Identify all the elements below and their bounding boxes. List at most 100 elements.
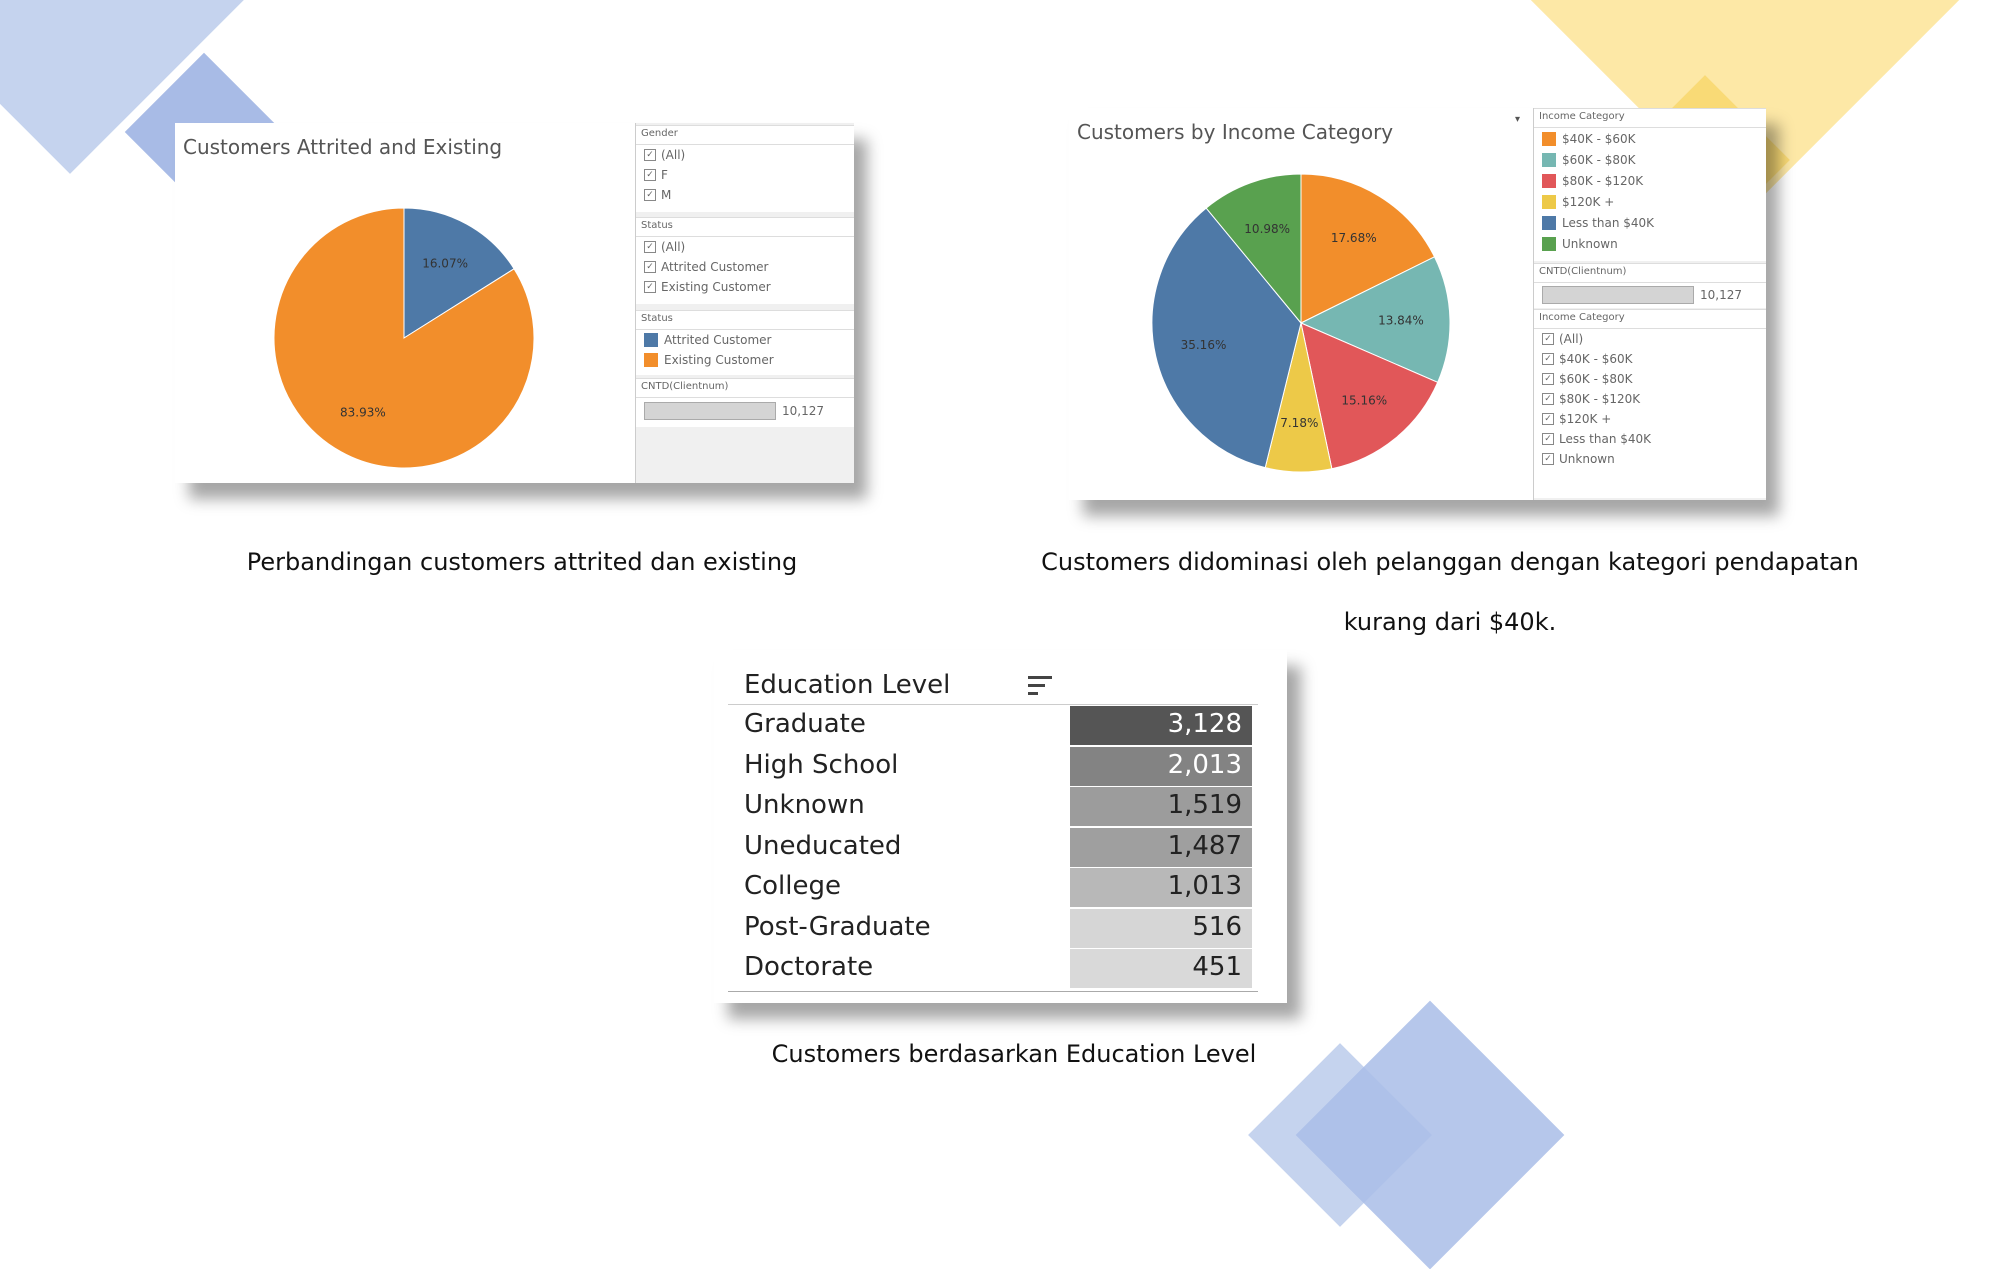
table-row: Uneducated 1,487: [714, 827, 1258, 868]
status-filter-existing[interactable]: ✓ Existing Customer: [636, 277, 854, 297]
checkbox-icon: ✓: [1542, 413, 1554, 425]
income-filter-label: (All): [1559, 332, 1584, 346]
sort-icon[interactable]: [1028, 676, 1054, 698]
income-filter-item[interactable]: ✓ $120K +: [1534, 409, 1766, 429]
count-card-row: 10,127: [636, 398, 854, 424]
gender-filter-all[interactable]: ✓ (All): [636, 145, 854, 165]
gender-filter: Gender ✓ (All) ✓ F ✓ M: [636, 125, 854, 212]
checkbox-icon: ✓: [1542, 433, 1554, 445]
checkbox-icon: ✓: [1542, 353, 1554, 365]
income-filter-item[interactable]: ✓ Less than $40K: [1534, 429, 1766, 449]
income-filter-item[interactable]: ✓ (All): [1534, 329, 1766, 349]
education-count-value: 1,487: [1167, 830, 1242, 861]
pie-data-label: 17.68%: [1331, 231, 1377, 245]
checkbox-icon: ✓: [644, 241, 656, 253]
caption-income-line2: kurang dari $40k.: [1343, 608, 1557, 636]
income-filter-header: Income Category: [1534, 310, 1766, 329]
legend-item-attrited[interactable]: Attrited Customer: [636, 330, 854, 350]
income-filter-item[interactable]: ✓ $60K - $80K: [1534, 369, 1766, 389]
education-count-value: 1,519: [1167, 790, 1242, 820]
education-table-panel: Education Level Graduate 3,128 High School…: [714, 650, 1287, 1003]
education-header-label: Education Level: [744, 670, 951, 700]
income-filter-item[interactable]: ✓ Unknown: [1534, 449, 1766, 469]
income-legend-label: $40K - $60K: [1562, 131, 1636, 146]
education-level-label: Doctorate: [744, 952, 874, 982]
status-legend: Status Attrited Customer Existing Custom…: [636, 310, 854, 375]
caption-attrition: Perbandingan customers attrited dan exis…: [246, 548, 798, 576]
income-filter-label: $80K - $120K: [1559, 392, 1641, 406]
pie-data-label: 13.84%: [1378, 313, 1424, 327]
checkbox-icon: ✓: [644, 281, 656, 293]
education-level-label: Unknown: [744, 790, 865, 820]
education-level-label: Graduate: [744, 709, 866, 739]
checkbox-icon: ✓: [1542, 373, 1554, 385]
income-dashboard-panel: Customers by Income Category ▾ 17.68% 13.…: [1069, 108, 1766, 500]
education-count-value: 3,128: [1167, 709, 1242, 739]
income-filter-label: $40K - $60K: [1559, 352, 1633, 366]
education-table-body: Graduate 3,128 High School 2,013 Unknown 1,51…: [714, 706, 1287, 996]
income-filter-label: Less than $40K: [1559, 432, 1652, 446]
checkbox-icon: ✓: [1542, 333, 1554, 345]
education-level-label: Post-Graduate: [744, 911, 931, 942]
income-filter-item[interactable]: ✓ $40K - $60K: [1534, 349, 1766, 369]
income-side-panel: Income Category $40K - $60K $60K - $80K $8…: [1533, 108, 1766, 500]
income-filter-list: ✓ (All) ✓ $40K - $60K ✓ $60K - $80K ✓ $80K - $1…: [1534, 329, 1766, 469]
income-filter-item[interactable]: ✓ $80K - $120K: [1534, 389, 1766, 409]
legend-swatch: [644, 353, 658, 367]
pie-data-label: 15.16%: [1341, 393, 1387, 407]
checkbox-icon: ✓: [644, 261, 656, 273]
count-card: CNTD(Clientnum) 10,127: [636, 378, 854, 427]
income-legend-list: $40K - $60K $60K - $80K $80K - $120K $120K …: [1534, 128, 1766, 254]
count-bar: [644, 402, 776, 420]
pie-data-label: 7.18%: [1280, 416, 1318, 430]
income-count-value: 10,127: [1700, 288, 1742, 302]
income-legend-item[interactable]: Less than $40K: [1534, 212, 1766, 233]
legend-swatch: [1542, 194, 1556, 209]
education-count-value: 1,013: [1167, 871, 1242, 901]
income-count-bar: [1542, 286, 1694, 304]
income-legend-label: $60K - $80K: [1562, 152, 1636, 167]
table-bottom-border: [728, 991, 1258, 992]
education-count-value: 516: [1192, 911, 1242, 942]
status-legend-header: Status: [636, 311, 854, 330]
education-count-value: 2,013: [1167, 749, 1242, 780]
income-count-header: CNTD(Clientnum): [1534, 264, 1766, 283]
income-filter: Income Category ✓ (All) ✓ $40K - $60K ✓ $60K …: [1534, 309, 1766, 498]
income-count-row: 10,127: [1534, 283, 1766, 307]
legend-swatch: [1542, 152, 1556, 167]
income-filter-label: $60K - $80K: [1559, 372, 1633, 386]
education-table-header: Education Level: [728, 668, 1258, 705]
decor-shape-bottom-right: [1295, 1000, 1565, 1269]
gender-filter-m[interactable]: ✓ M: [636, 185, 854, 205]
income-legend-header: Income Category: [1534, 109, 1766, 128]
table-row: Doctorate 451: [714, 949, 1258, 989]
income-legend-label: Unknown: [1562, 236, 1618, 251]
income-legend-item[interactable]: $120K +: [1534, 191, 1766, 212]
income-legend-item[interactable]: $80K - $120K: [1534, 170, 1766, 191]
education-count-cell: 1,013: [1070, 868, 1252, 907]
table-row: Post-Graduate 516: [714, 908, 1258, 949]
count-value: 10,127: [782, 404, 824, 418]
gender-filter-header: Gender: [636, 126, 854, 145]
attrition-pie-chart: 16.07% 83.93%: [273, 207, 535, 469]
education-level-label: High School: [744, 749, 899, 780]
gender-filter-f[interactable]: ✓ F: [636, 165, 854, 185]
income-legend-item[interactable]: Unknown: [1534, 233, 1766, 254]
education-level-label: College: [744, 871, 842, 901]
checkbox-icon: ✓: [1542, 393, 1554, 405]
table-row: High School 2,013: [714, 746, 1258, 787]
table-row: Graduate 3,128: [714, 706, 1258, 746]
education-count-value: 451: [1192, 952, 1242, 982]
legend-swatch: [1542, 131, 1556, 146]
income-filter-label: $120K +: [1559, 412, 1612, 426]
status-filter-attrited[interactable]: ✓ Attrited Customer: [636, 257, 854, 277]
count-card-header: CNTD(Clientnum): [636, 379, 854, 398]
income-legend: Income Category $40K - $60K $60K - $80K $8…: [1534, 108, 1766, 261]
legend-swatch: [644, 333, 658, 347]
income-legend-item[interactable]: $60K - $80K: [1534, 149, 1766, 170]
legend-item-existing[interactable]: Existing Customer: [636, 350, 854, 370]
status-filter-all[interactable]: ✓ (All): [636, 237, 854, 257]
income-pie-chart: 17.68% 13.84% 15.16% 7.18% 35.16% 10.98%: [1151, 173, 1451, 473]
income-legend-item[interactable]: $40K - $60K: [1534, 128, 1766, 149]
pie-data-label: 35.16%: [1181, 338, 1227, 352]
